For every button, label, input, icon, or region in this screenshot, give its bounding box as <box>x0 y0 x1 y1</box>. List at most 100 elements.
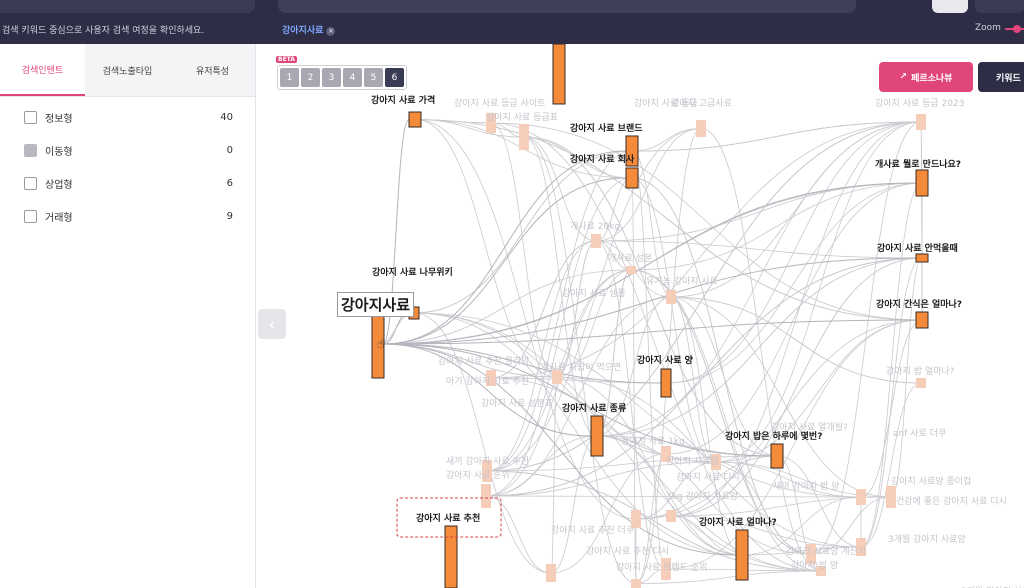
keyword-node-faint[interactable]: 강아지 사료 디시 <box>676 470 740 483</box>
keyword-node-label[interactable]: 강아지 밥은 하루에 몇번? <box>725 429 822 442</box>
keyword-node-faint[interactable]: 강아지 사료 순위 <box>446 468 510 481</box>
journey-link <box>860 319 923 498</box>
keyword-node-bar-faint[interactable] <box>696 120 706 137</box>
filter-item-transactional[interactable]: 거래형 9 <box>0 200 255 233</box>
keyword-node-bar-faint[interactable] <box>481 484 491 508</box>
filter-item-commercial[interactable]: 상업형 6 <box>0 167 255 200</box>
keyword-node-faint[interactable]: 강아지 사료 1kg <box>621 434 685 447</box>
step-button-active[interactable]: 6 <box>385 68 404 87</box>
tab-user-traits[interactable]: 유저특성 <box>170 44 255 96</box>
keyword-node-label[interactable]: 강아지 사료 가격 <box>371 93 435 106</box>
tab-exposure-type[interactable]: 검색노출타입 <box>85 44 170 96</box>
keyword-node-faint[interactable]: anf 사료 더쿠 <box>893 426 946 439</box>
keyword-node-bar[interactable] <box>552 44 566 105</box>
close-icon[interactable]: × <box>326 27 336 36</box>
keyword-node-faint[interactable]: 강아지 사료 등급표 <box>486 110 558 123</box>
persona-view-label: 페르소나뷰 <box>911 73 953 84</box>
step-button[interactable]: 1 <box>280 68 299 87</box>
keyword-node-bar[interactable] <box>590 415 604 457</box>
selected-keyword-node[interactable]: 강아지 사료 추천 <box>416 511 480 524</box>
keyword-node-faint[interactable]: 강아지 밥 양 <box>791 558 838 571</box>
keyword-node-faint[interactable]: 건강에 좋은 강아지 사료 디시 <box>896 494 1007 507</box>
keyword-node-bar-faint[interactable] <box>591 234 601 248</box>
step-button[interactable]: 3 <box>322 68 341 87</box>
keyword-node-bar-faint[interactable] <box>666 290 676 304</box>
journey-link <box>776 455 862 548</box>
keyword-node-faint[interactable]: 3kg 강아지 사료양 <box>666 489 738 502</box>
account-button[interactable] <box>975 0 1024 13</box>
keyword-node-label[interactable]: 강아지 사료 나무위키 <box>372 265 453 278</box>
keyword-node-bar[interactable] <box>735 529 749 581</box>
keyword-node-faint[interactable]: 강아지 사료 추천 퀄리앙 <box>438 354 529 367</box>
keyword-node-faint[interactable]: 새끼 강아지 밥 양 <box>773 479 840 492</box>
step-button[interactable]: 4 <box>343 68 362 87</box>
keyword-node-bar[interactable] <box>915 253 929 263</box>
filter-checkbox[interactable] <box>24 177 37 190</box>
keyword-node-bar[interactable] <box>915 169 929 197</box>
collapse-sidebar-button[interactable]: ‹ <box>258 309 286 339</box>
keyword-node-faint[interactable]: 아기 강아지 사료 추천 <box>446 374 529 387</box>
keyword-node-faint[interactable]: 강아지 고급사료 <box>671 96 732 109</box>
filter-count: 9 <box>226 211 233 222</box>
tab-search-intent[interactable]: 검색인텐트 <box>0 44 85 96</box>
keyword-node-faint[interactable]: 개사료 사람이 먹으면 <box>541 360 621 373</box>
filter-checkbox[interactable] <box>24 111 37 124</box>
zoom-slider-handle[interactable] <box>1013 25 1021 33</box>
keyword-node-bar-faint[interactable] <box>519 124 529 150</box>
search-button[interactable] <box>932 0 968 13</box>
keyword-node-faint[interactable]: 강아지 사료양 종이컵 <box>891 474 971 487</box>
keyword-node-faint[interactable]: 3개월 강아지 사료양 <box>961 584 1024 588</box>
keyword-node-faint[interactable]: 새끼 강아지 사료 추천 <box>446 454 529 467</box>
keyword-node-label[interactable]: 강아지 사료 회사 <box>570 152 634 165</box>
keyword-node-faint[interactable]: 개사료 성분 <box>608 251 652 264</box>
keyword-node-bar-faint[interactable] <box>886 486 896 508</box>
filter-checkbox[interactable] <box>24 210 37 223</box>
filter-item-info[interactable]: 정보형 40 <box>0 101 255 134</box>
keyword-node-faint[interactable]: 강아지 사료 추천 더쿠 <box>551 523 634 536</box>
keyword-node-faint[interactable]: 3개월 강아지 사료양 <box>888 532 966 545</box>
keyword-node-bar-faint[interactable] <box>916 378 926 388</box>
keyword-chip[interactable]: 강아지사료 × <box>282 23 336 36</box>
keyword-node-label[interactable]: 강아지 사료 양 <box>637 353 693 366</box>
keyword-node-bar-faint[interactable] <box>626 266 636 274</box>
keyword-node-label[interactable]: 강아지 사료 안먹을때 <box>877 241 958 254</box>
keyword-node-label[interactable]: 강아지 사료 종류 <box>562 401 626 414</box>
step-button[interactable]: 5 <box>364 68 383 87</box>
keyword-node-label[interactable]: 개사료 뭘로 만드나요? <box>875 157 961 170</box>
keyword-node-faint[interactable]: 강아지 사료 등급 사이트 <box>454 96 545 109</box>
keyword-node-bar-faint[interactable] <box>546 564 556 582</box>
keyword-node-bar-faint[interactable] <box>631 579 641 588</box>
step-button[interactable]: 2 <box>301 68 320 87</box>
keyword-node-faint[interactable]: 강아지 사료 샘플 <box>562 286 626 299</box>
app-switcher[interactable] <box>0 0 255 13</box>
filter-label: 정보형 <box>45 114 73 125</box>
keyword-node-bar[interactable] <box>625 167 639 189</box>
keyword-node-bar[interactable] <box>660 368 672 398</box>
keyword-node-faint[interactable]: 강아지 밥 얼마나? <box>886 364 954 377</box>
main-keyword-node[interactable]: 강아지사료 <box>337 292 415 317</box>
keyword-node-faint[interactable]: 개사료 20kg <box>570 219 620 232</box>
keyword-node-label[interactable]: 강아지 사료 얼마나? <box>699 515 777 528</box>
keyword-node-bar[interactable] <box>770 443 784 469</box>
keyword-node-label[interactable]: 강아지 간식은 얼마나? <box>876 297 962 310</box>
filter-item-navigation[interactable]: 이동형 0 <box>0 134 255 167</box>
selected-keyword-bar[interactable] <box>444 525 458 588</box>
keyword-view-button[interactable]: 키워드 <box>978 62 1024 92</box>
keyword-node-bar-faint[interactable] <box>916 114 926 130</box>
keyword-node-bar-faint[interactable] <box>856 489 866 505</box>
keyword-node-faint[interactable]: 강아지 사료 등급 2023 <box>875 96 964 109</box>
keyword-search-input[interactable] <box>278 0 856 13</box>
keyword-node-faint[interactable]: 강아지 사료양 계산기 <box>786 544 866 557</box>
keyword-node-faint[interactable]: 강아지 사료 추천 디시 <box>586 544 669 557</box>
persona-view-button[interactable]: ↗ 페르소나뷰 <box>879 62 973 92</box>
keyword-node-bar[interactable] <box>408 111 422 128</box>
keyword-node-faint[interactable]: 강아지 사료 성분표 <box>481 396 553 409</box>
keyword-node-faint[interactable]: 강아지 사료 브랜드 순위 <box>616 560 707 573</box>
keyword-node-bar-faint[interactable] <box>666 510 676 522</box>
journey-graph[interactable]: BETA 1 2 3 4 5 6 ↗ 페르소나뷰 키워드 강아지 사료 등급 사… <box>256 44 1024 588</box>
filter-checkbox[interactable] <box>24 144 37 157</box>
keyword-node-faint[interactable]: 강아지 사료량 <box>666 454 719 467</box>
keyword-node-bar[interactable] <box>915 311 929 329</box>
keyword-node-label[interactable]: 강아지 사료 브랜드 <box>570 121 643 134</box>
keyword-node-faint[interactable]: 유기농 강아지 사료 <box>646 274 718 287</box>
